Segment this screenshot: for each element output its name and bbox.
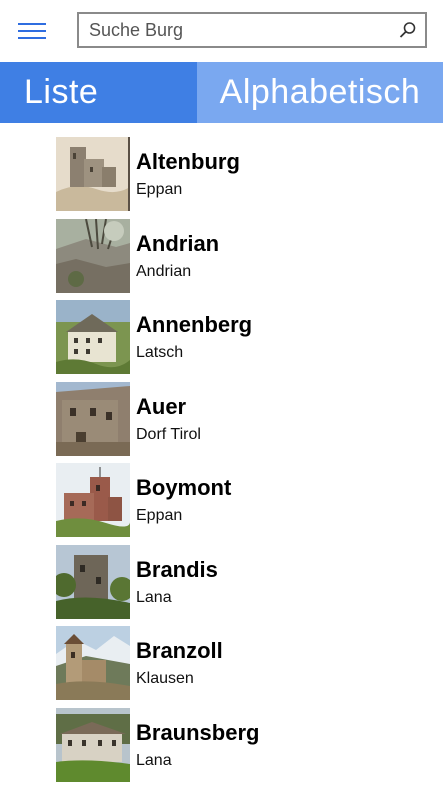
hamburger-line <box>18 37 46 39</box>
castle-thumbnail-image <box>56 463 130 537</box>
tab-liste[interactable]: Liste <box>0 62 197 123</box>
search-icon[interactable] <box>399 21 417 39</box>
castle-thumbnail-image <box>56 626 130 700</box>
castle-name: Brandis <box>136 556 218 582</box>
castle-name: Andrian <box>136 230 220 256</box>
castle-thumbnail-image <box>56 300 130 374</box>
castle-name: Annenberg <box>136 312 253 337</box>
castle-name: Altenburg <box>136 149 240 174</box>
castle-name: Braunsberg <box>136 719 260 745</box>
castle-location: Dorf Tirol <box>136 425 201 443</box>
castle-location: Lana <box>136 588 172 606</box>
castle-name: Boymont <box>136 475 232 500</box>
castle-name: Branzoll <box>136 638 223 663</box>
top-bar <box>0 0 443 62</box>
castle-list: Altenburg Eppan Andrian Andrian Annenber… <box>56 135 436 787</box>
castle-list-item[interactable]: Altenburg Eppan <box>56 135 436 211</box>
hamburger-menu-icon[interactable] <box>18 22 46 40</box>
tab-alphabetisch[interactable]: Alphabetisch <box>197 62 443 123</box>
castle-list-item[interactable]: Braunsberg Lana <box>56 706 436 782</box>
castle-thumbnail-image <box>56 544 130 619</box>
castle-thumbnail-image <box>56 381 130 456</box>
hamburger-line <box>18 23 46 25</box>
castle-list-item[interactable]: Andrian Andrian <box>56 217 436 293</box>
castle-location: Latsch <box>136 344 184 361</box>
castle-location: Klausen <box>136 670 194 687</box>
castle-list-item[interactable]: Auer Dorf Tirol <box>56 380 436 456</box>
castle-thumbnail-image <box>56 707 130 782</box>
castle-list-item[interactable]: Brandis Lana <box>56 543 436 619</box>
tab-bar: Liste Alphabetisch <box>0 62 443 123</box>
castle-thumbnail-image <box>56 137 130 211</box>
castle-thumbnail-image <box>56 218 130 293</box>
castle-name: Auer <box>136 393 187 419</box>
castle-location: Lana <box>136 751 172 769</box>
search-input[interactable] <box>89 14 379 46</box>
castle-list-item[interactable]: Branzoll Klausen <box>56 624 436 700</box>
castle-location: Andrian <box>136 262 192 280</box>
castle-location: Eppan <box>136 507 183 524</box>
castle-location: Eppan <box>136 181 183 198</box>
hamburger-line <box>18 30 46 32</box>
castle-list-item[interactable]: Boymont Eppan <box>56 461 436 537</box>
castle-list-item[interactable]: Annenberg Latsch <box>56 298 436 374</box>
search-box[interactable] <box>77 12 427 48</box>
